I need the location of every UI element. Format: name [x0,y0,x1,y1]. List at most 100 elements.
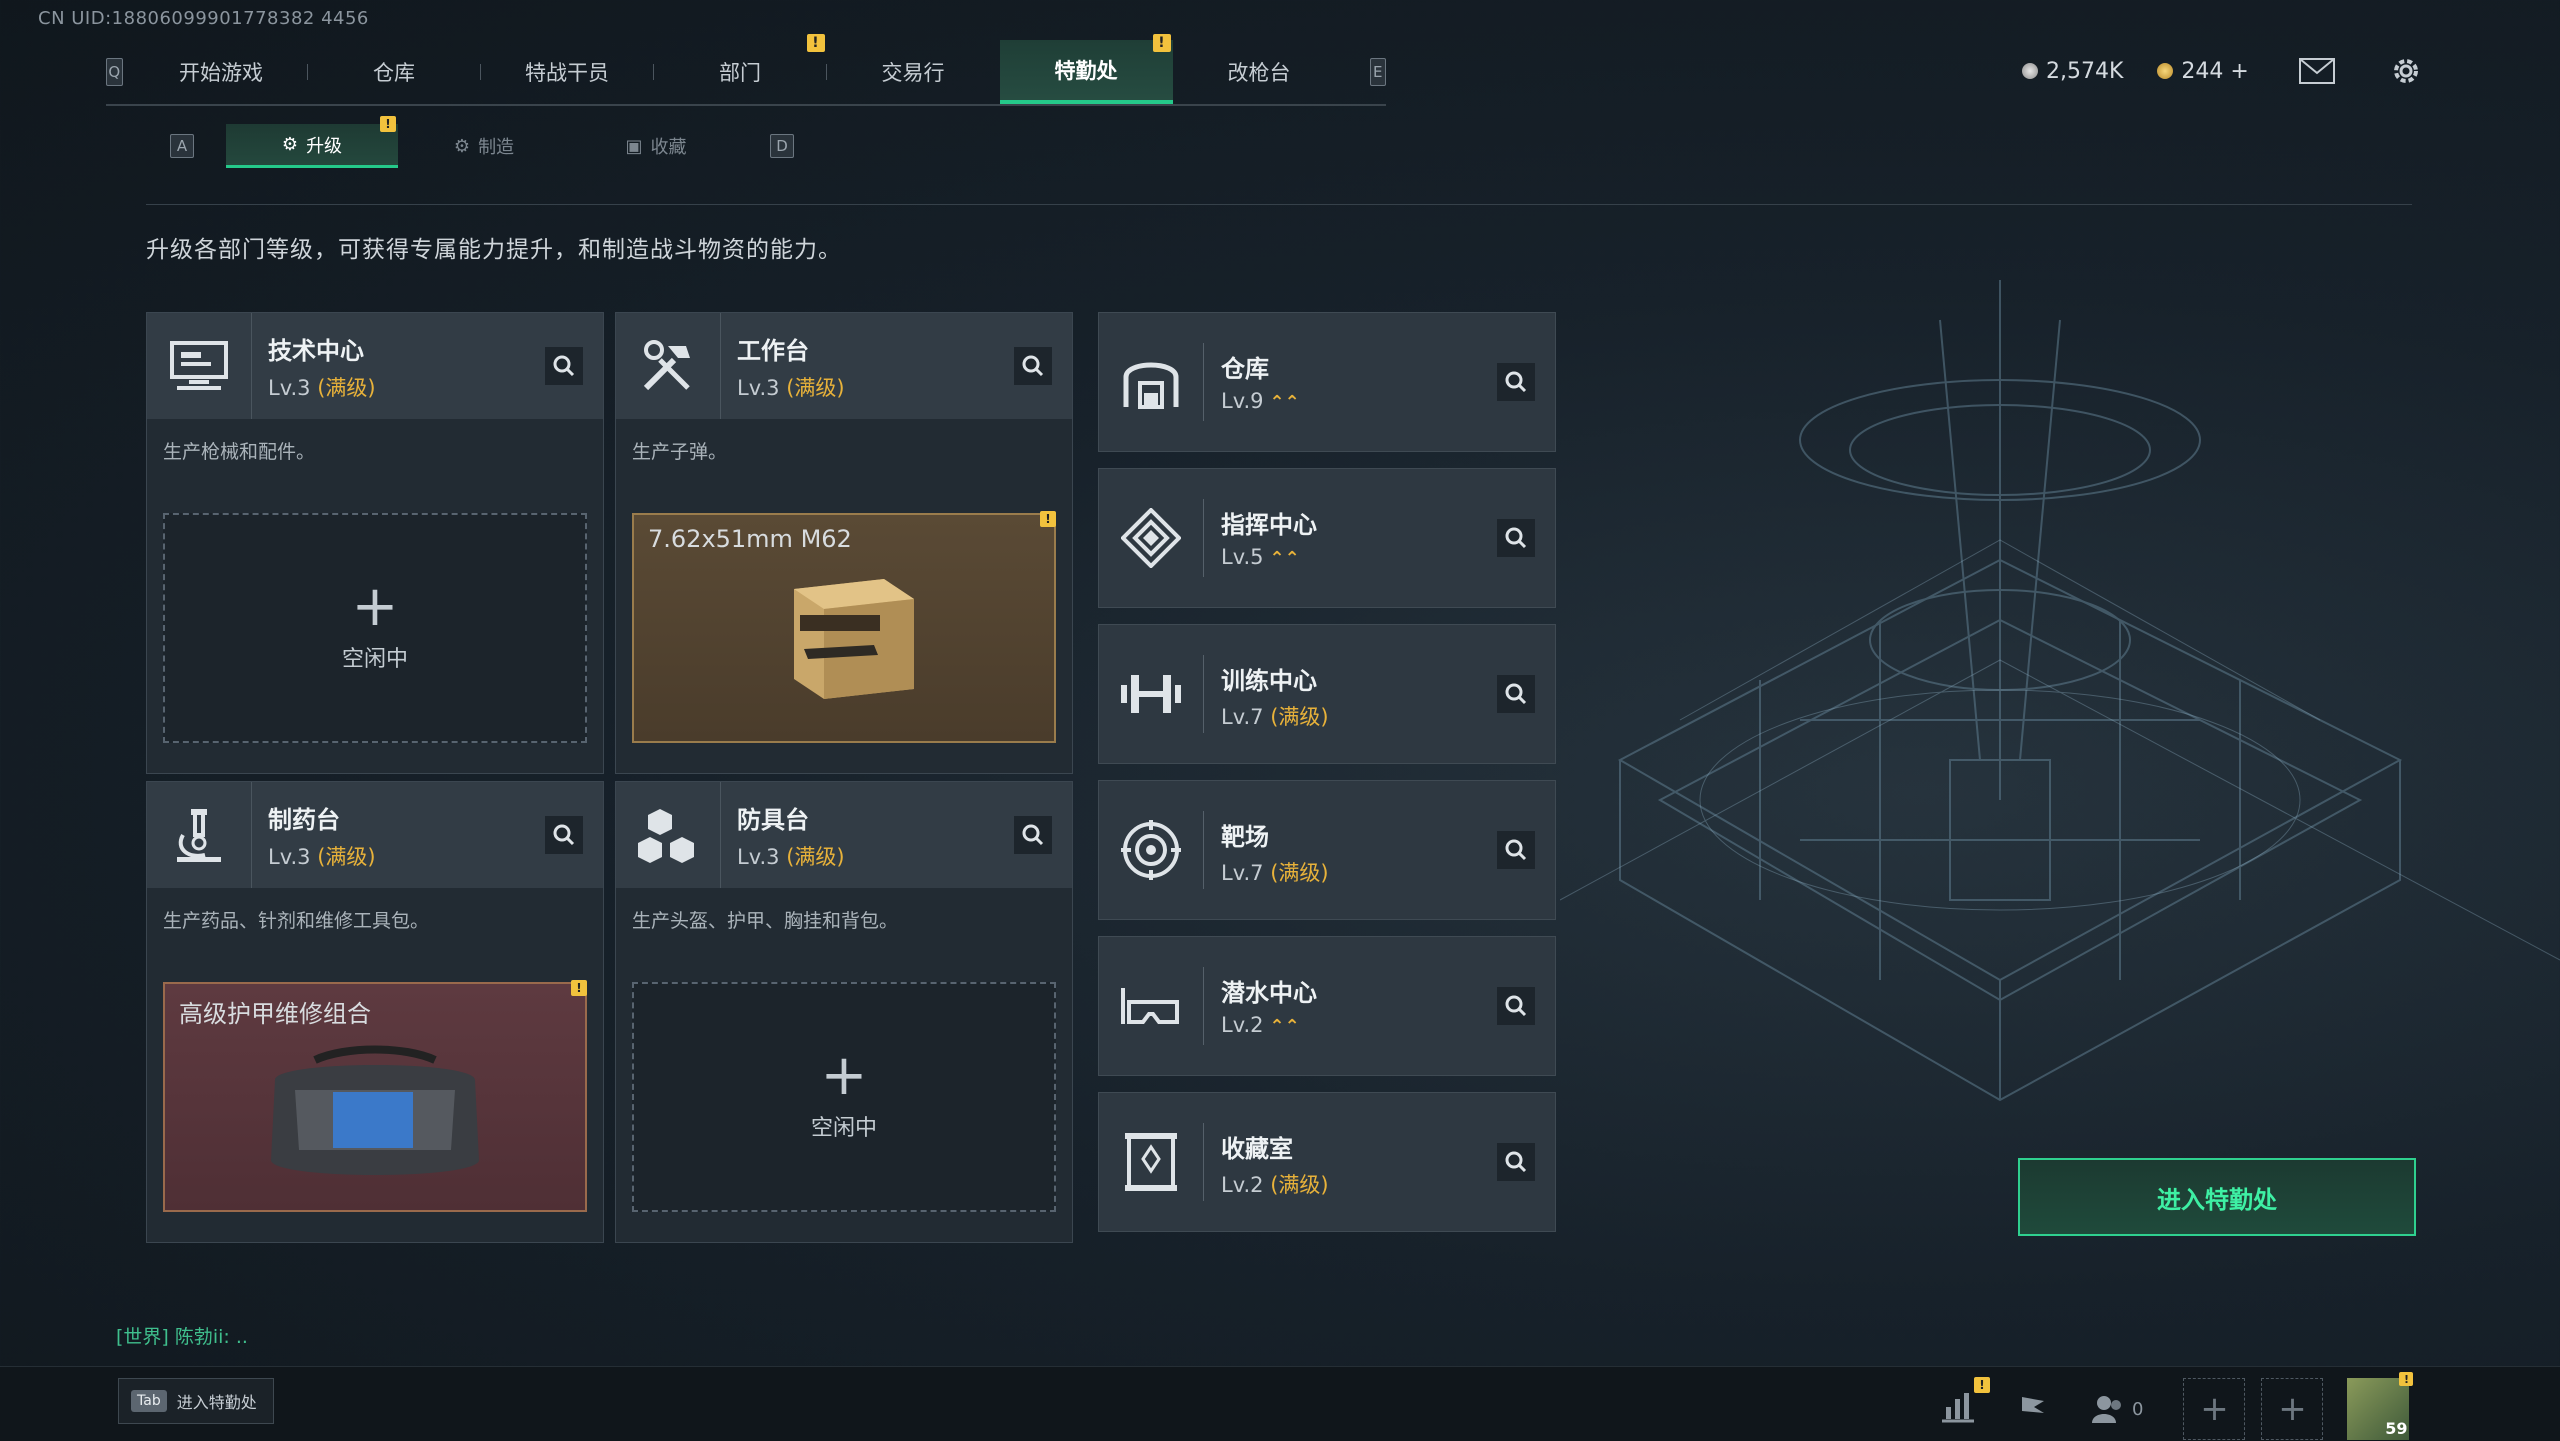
nav-tab-special-ops[interactable]: 特勤处 ! [999,34,1173,104]
bottom-right-toolbar: ! 0 + + 59 ! [1940,1372,2414,1440]
facility-description: 生产药品、针剂和维修工具包。 [163,910,430,932]
facility-card-workbench[interactable]: 工作台 Lv.3 (满级) 生产子弹。 7.62x51mm M62 ! [615,312,1073,774]
notification-badge: ! [2399,1372,2414,1386]
currency-value: 2,574K [2046,58,2124,84]
currency-gold[interactable]: 244 + [2157,58,2249,84]
plus-icon: + [820,1043,868,1108]
world-chat-message[interactable]: [世界] 陈勃ii: .. [116,1322,248,1349]
facility-level: Lv.2 [1221,1013,1264,1037]
facility-name: 仓库 [1221,355,1269,383]
facility-level: Lv.2 [1221,1173,1264,1197]
max-level-tag: (满级) [317,844,376,869]
target-icon [1121,820,1181,880]
dumbbell-icon [1121,675,1181,713]
max-level-tag: (满级) [786,375,845,400]
inspect-button[interactable] [1497,675,1535,713]
friends-button[interactable]: 0 [2090,1393,2143,1425]
facility-card-diving-center[interactable]: 潜水中心 Lv.2 ⌃⌃ [1098,936,1556,1076]
sub-tab-bar: A ⚙ 升级 ! ⚙ 制造 ▣ 收藏 D [170,116,794,168]
add-teammate-slot[interactable]: + [2183,1378,2246,1440]
nav-next-key-e[interactable]: E [1369,58,1386,86]
facility-name: 训练中心 [1221,667,1317,695]
facility-description: 生产枪械和配件。 [163,441,316,463]
upgrade-available-icon: ⌃⌃ [1269,548,1300,569]
nav-tab-trading[interactable]: 交易行 [827,40,1000,104]
subtab-prev-key-a[interactable]: A [170,134,194,158]
facility-level: Lv.5 [1221,545,1264,569]
max-level-tag: (满级) [786,844,845,869]
facility-level: Lv.3 [268,844,311,869]
facility-card-command-center[interactable]: 指挥中心 Lv.5 ⌃⌃ [1098,468,1556,608]
inspect-button[interactable] [1497,519,1535,557]
inspect-button[interactable] [545,816,583,854]
inspect-button[interactable] [1014,347,1052,385]
nav-prev-key-q[interactable]: Q [106,58,123,86]
facility-card-pharmacy[interactable]: 制药台 Lv.3 (满级) 生产药品、针剂和维修工具包。 高级护甲维修组合 ! [146,781,604,1243]
mail-icon[interactable] [2298,58,2335,84]
search-icon [553,824,575,846]
facility-description: 生产子弹。 [632,441,728,463]
facility-name: 潜水中心 [1221,979,1317,1007]
nav-tab-start-game[interactable]: 开始游戏 [135,40,308,104]
nav-tab-department[interactable]: 部门 ! [654,34,827,104]
subtab-upgrade[interactable]: ⚙ 升级 ! [226,116,398,168]
facility-name: 收藏室 [1221,1135,1293,1163]
subtab-craft[interactable]: ⚙ 制造 [398,124,570,168]
friends-icon [2092,1396,2121,1423]
inspect-button[interactable] [1014,816,1052,854]
inspect-button[interactable] [545,347,583,385]
divider [146,204,2412,205]
production-slot-repair-kit[interactable]: 高级护甲维修组合 ! [163,980,587,1212]
currency-value: 244 + [2181,58,2249,84]
facility-card-training-center[interactable]: 训练中心 Lv.7 (满级) [1098,624,1556,764]
max-level-tag: (满级) [1270,861,1329,885]
command-icon [1121,508,1181,568]
facility-level: Lv.7 [1221,705,1264,729]
enter-special-ops-button[interactable]: 进入特勤处 [2018,1158,2416,1236]
facility-description: 生产头盔、护甲、胸挂和背包。 [632,910,899,932]
add-teammate-slot[interactable]: + [2261,1378,2324,1440]
search-icon [1505,839,1527,861]
base-blueprint-illustration [1560,280,2560,1102]
subtab-next-key-d[interactable]: D [770,134,794,158]
subtab-collection[interactable]: ▣ 收藏 [570,124,742,168]
production-slot-ammo[interactable]: 7.62x51mm M62 ! [632,511,1056,743]
warehouse-icon [1123,362,1179,409]
inspect-button[interactable] [1497,831,1535,869]
nav-tab-warehouse[interactable]: 仓库 [308,40,481,104]
slot-idle-label: 空闲中 [341,647,408,672]
notification-badge: ! [1974,1377,1990,1393]
facility-card-tech-center[interactable]: 技术中心 Lv.3 (满级) 生产枪械和配件。 + 空闲中 [146,312,604,774]
microscope-icon [177,809,221,862]
plus-icon: + [351,574,399,639]
stats-button[interactable]: ! [1940,1377,1990,1427]
inspect-button[interactable] [1497,1143,1535,1181]
flag-icon[interactable] [2016,1393,2050,1425]
facility-card-armor-bench[interactable]: 防具台 Lv.3 (满级) 生产头盔、护甲、胸挂和背包。 + 空闲中 [615,781,1073,1243]
facility-name: 制药台 [268,805,340,834]
player-avatar[interactable]: 59 ! [2347,1372,2414,1440]
nav-tab-gunsmith[interactable]: 改枪台 [1173,40,1346,104]
nav-tab-label: 部门 [719,61,761,85]
production-slot-idle[interactable]: + 空闲中 [163,513,587,743]
upgrade-icon: ⚙ [281,134,299,155]
tab-hint-button[interactable]: Tab 进入特勤处 [118,1378,274,1424]
search-icon [1505,995,1527,1017]
facility-card-warehouse[interactable]: 仓库 Lv.9 ⌃⌃ [1098,312,1556,452]
settings-gear-icon[interactable] [2389,54,2423,88]
currency-hafcoin[interactable]: 2,574K [2022,59,2123,84]
silver-coin-icon [2022,63,2038,79]
currency-area: 2,574K 244 + [2022,54,2423,88]
page-description: 升级各部门等级，可获得专属能力提升，和制造战斗物资的能力。 [146,237,842,263]
nav-tab-label: 开始游戏 [179,61,263,85]
facility-card-collection-room[interactable]: 收藏室 Lv.2 (满级) [1098,1092,1556,1232]
facility-name: 防具台 [737,805,809,834]
inspect-button[interactable] [1497,987,1535,1025]
nav-tab-operators[interactable]: 特战干员 [481,40,654,104]
facility-card-shooting-range[interactable]: 靶场 Lv.7 (满级) [1098,780,1556,920]
inspect-button[interactable] [1497,363,1535,401]
notification-badge: ! [380,116,396,132]
tab-hint-label: 进入特勤处 [176,1393,257,1412]
production-slot-idle[interactable]: + 空闲中 [632,982,1056,1212]
tools-icon [643,340,690,391]
